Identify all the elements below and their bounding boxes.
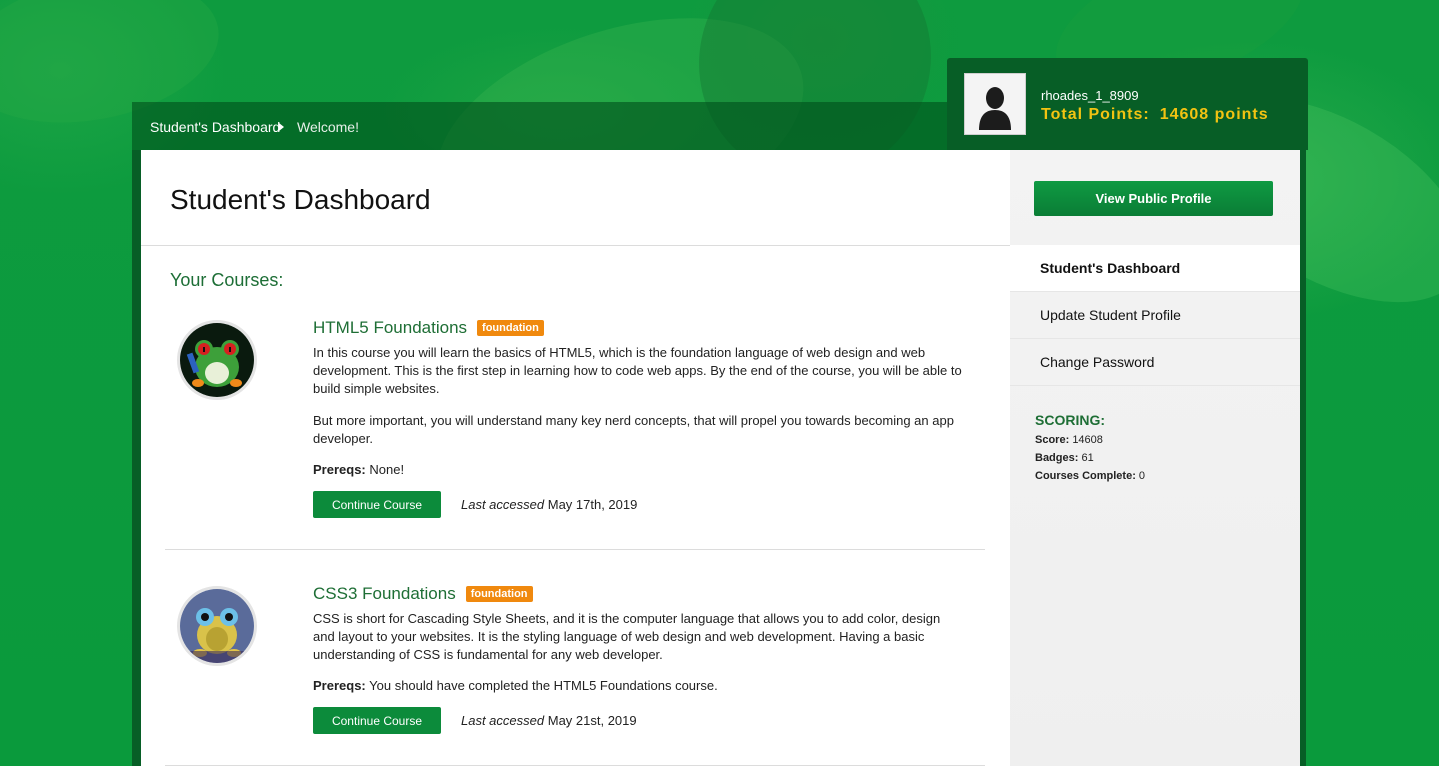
- tree-frog-icon: [180, 323, 254, 397]
- badges-value: 61: [1081, 452, 1094, 464]
- course-image[interactable]: [177, 320, 257, 400]
- last-accessed-label: Last accessed: [461, 713, 545, 728]
- courses-complete-label: Courses Complete:: [1035, 470, 1136, 482]
- main-content: Student's Dashboard Your Courses: HTML5 …: [141, 150, 1010, 766]
- course-prereqs: Prereqs: None!: [313, 462, 963, 477]
- course-badge: foundation: [465, 586, 533, 602]
- score-line: Score: 14608: [1035, 431, 1145, 449]
- course-body: HTML5 Foundations foundation In this cour…: [313, 318, 963, 518]
- scoring-panel: SCORING: Score: 14608 Badges: 61 Courses…: [1035, 412, 1145, 485]
- course-title[interactable]: CSS3 Foundations: [313, 584, 456, 604]
- user-silhouette-icon: [965, 74, 1025, 134]
- sidebar-nav: Student's Dashboard Update Student Profi…: [1010, 245, 1300, 386]
- continue-course-button[interactable]: Continue Course: [313, 707, 441, 734]
- course-description: In this course you will learn the basics…: [313, 345, 962, 396]
- course-badge: foundation: [477, 320, 544, 336]
- course-prereqs: Prereqs: You should have completed the H…: [313, 678, 963, 693]
- profile-header: rhoades_1_8909 Total Points: 14608 points: [947, 58, 1308, 150]
- course-description: CSS is short for Cascading Style Sheets,…: [313, 611, 941, 662]
- score-value: 14608: [1072, 434, 1103, 446]
- breadcrumb: Student's Dashboard Welcome!: [132, 102, 950, 150]
- breadcrumb-dashboard-link[interactable]: Student's Dashboard: [150, 119, 280, 135]
- prereq-label: Prereqs:: [313, 462, 366, 477]
- total-points: Total Points: 14608 points: [1041, 106, 1269, 124]
- course-title[interactable]: HTML5 Foundations: [313, 318, 467, 338]
- prereq-value: You should have completed the HTML5 Foun…: [369, 678, 718, 693]
- course-image[interactable]: [177, 586, 257, 666]
- scoring-title: SCORING:: [1035, 412, 1105, 428]
- courses-complete-line: Courses Complete: 0: [1035, 467, 1145, 485]
- badges-label: Badges:: [1035, 452, 1079, 464]
- page-title: Student's Dashboard: [170, 184, 431, 215]
- prereq-label: Prereqs:: [313, 678, 366, 693]
- course-actions: Continue Course Last accessed May 17th, …: [313, 491, 963, 518]
- courses-complete-value: 0: [1138, 470, 1146, 482]
- course-divider: [165, 549, 985, 550]
- sidebar-item-update-profile[interactable]: Update Student Profile: [1010, 292, 1300, 339]
- sidebar-item-change-password[interactable]: Change Password: [1010, 339, 1300, 386]
- avatar[interactable]: [964, 73, 1026, 135]
- sidebar: View Public Profile Student's Dashboard …: [1010, 150, 1300, 766]
- breadcrumb-arrow-icon: [279, 123, 284, 131]
- username: rhoades_1_8909: [1041, 88, 1139, 103]
- breadcrumb-current: Welcome!: [297, 119, 359, 135]
- title-area: Student's Dashboard: [141, 150, 1010, 246]
- badges-line: Badges: 61: [1035, 449, 1145, 467]
- prereq-value: None!: [369, 462, 405, 477]
- last-accessed-date: May 21st, 2019: [547, 713, 637, 728]
- view-public-profile-button[interactable]: View Public Profile: [1034, 181, 1273, 216]
- course-description-2: But more important, you will understand …: [313, 413, 954, 446]
- points-value: 14608 points: [1159, 106, 1269, 123]
- course-actions: Continue Course Last accessed May 21st, …: [313, 707, 963, 734]
- section-title: Your Courses:: [170, 270, 284, 290]
- last-accessed: Last accessed May 17th, 2019: [461, 497, 637, 512]
- continue-course-button[interactable]: Continue Course: [313, 491, 441, 518]
- score-label: Score:: [1035, 434, 1070, 446]
- course-body: CSS3 Foundations foundation CSS is short …: [313, 584, 963, 734]
- last-accessed: Last accessed May 21st, 2019: [461, 713, 637, 728]
- poison-frog-icon: [180, 589, 254, 663]
- points-label: Total Points:: [1041, 106, 1150, 123]
- last-accessed-label: Last accessed: [461, 497, 545, 512]
- sidebar-item-dashboard[interactable]: Student's Dashboard: [1010, 245, 1300, 292]
- last-accessed-date: May 17th, 2019: [547, 497, 638, 512]
